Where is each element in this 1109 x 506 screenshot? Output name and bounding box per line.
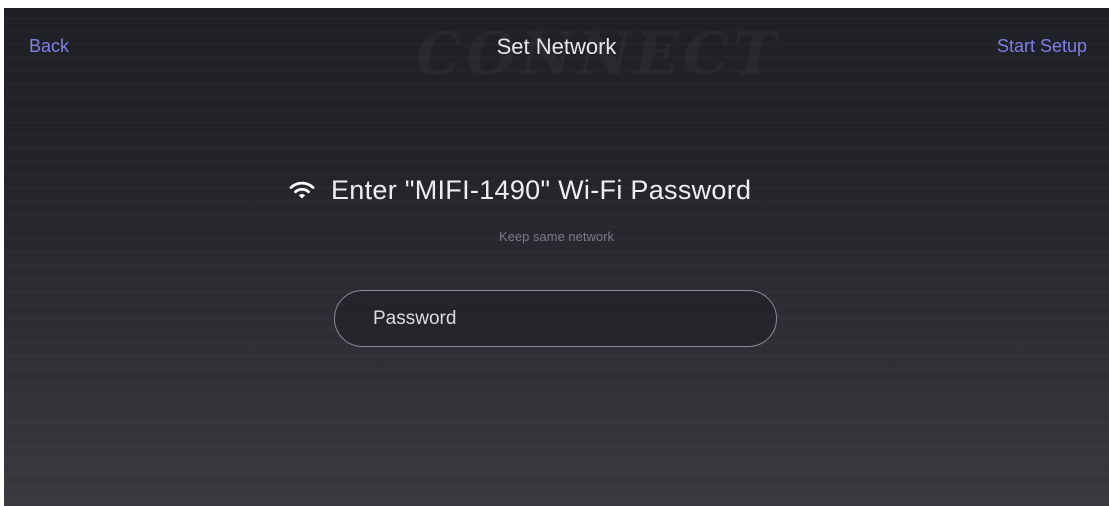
heading-text: Enter "MIFI-1490" Wi-Fi Password [331,174,752,205]
start-setup-button[interactable]: Start Setup [997,36,1087,57]
page-title: Set Network [496,34,617,59]
wifi-heading: Enter "MIFI-1490" Wi-Fi Password [289,172,751,208]
password-field[interactable] [334,290,777,347]
background-texture [4,8,1109,506]
subtitle: Keep same network [499,229,614,244]
wifi-icon [289,179,315,201]
setup-screen: CONNECT Back Set Network Start Setup Ent… [4,8,1109,506]
password-input[interactable] [371,291,755,347]
